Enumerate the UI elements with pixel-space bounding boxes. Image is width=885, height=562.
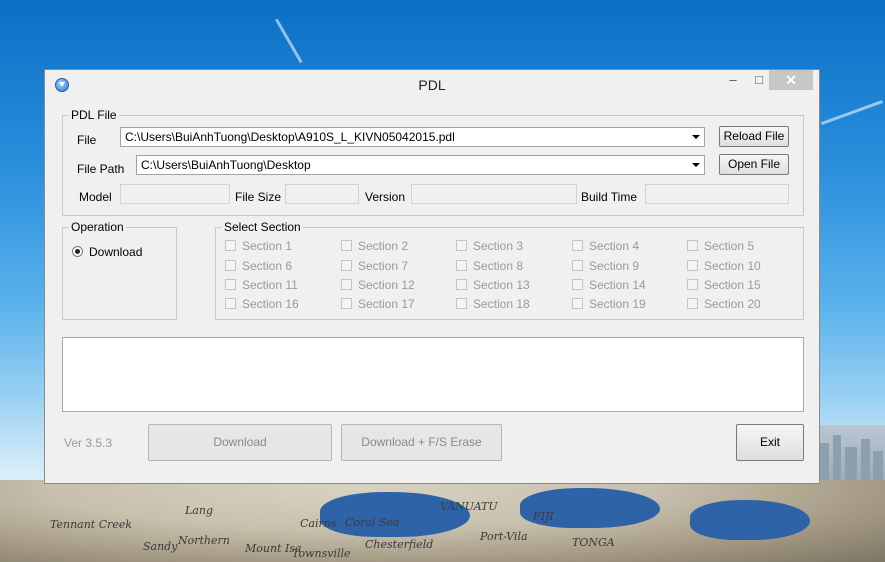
wallpaper-streak <box>820 100 884 126</box>
exit-button[interactable]: Exit <box>736 424 804 461</box>
pdl-file-group-label: PDL File <box>71 108 117 122</box>
section-checkbox-label: Section 13 <box>473 278 530 292</box>
section-checkbox-label: Section 12 <box>358 278 415 292</box>
section-checkbox[interactable] <box>572 240 583 251</box>
section-checkbox-label: Section 5 <box>704 239 755 253</box>
wallpaper-sea <box>320 492 470 537</box>
map-label: Chesterfield <box>365 538 434 551</box>
section-checkbox-label: Section 11 <box>242 278 298 292</box>
map-label: VANUATU <box>440 500 498 513</box>
file-label: File <box>77 133 97 147</box>
chevron-down-icon[interactable] <box>688 128 704 146</box>
section-checkbox[interactable] <box>456 279 467 290</box>
chevron-down-icon[interactable] <box>688 156 704 174</box>
section-checkbox-label: Section 20 <box>704 297 761 311</box>
download-button[interactable]: Download <box>148 424 332 461</box>
map-label: Tennant Creek <box>50 518 133 531</box>
section-checkbox[interactable] <box>572 260 583 271</box>
file-path-combobox-value: C:\Users\BuiAnhTuong\Desktop <box>141 158 311 172</box>
section-checkbox[interactable] <box>456 260 467 271</box>
maximize-icon: □ <box>755 72 763 87</box>
section-checkbox-label: Section 6 <box>242 259 293 273</box>
select-section-group-label: Select Section <box>224 220 301 234</box>
map-label: Northern <box>178 534 230 547</box>
map-label: TONGA <box>572 536 615 549</box>
section-checkbox-label: Section 17 <box>358 297 415 311</box>
section-checkbox[interactable] <box>687 260 698 271</box>
file-combobox-value: C:\Users\BuiAnhTuong\Desktop\A910S_L_KIV… <box>125 130 455 144</box>
download-erase-button[interactable]: Download + F/S Erase <box>341 424 502 461</box>
section-checkbox-label: Section 1 <box>242 239 293 253</box>
title-bar[interactable]: PDL – □ ✕ <box>45 70 819 100</box>
model-label: Model <box>79 190 112 204</box>
model-field <box>120 184 230 204</box>
section-checkbox[interactable] <box>341 240 352 251</box>
section-checkbox[interactable] <box>687 279 698 290</box>
reload-file-button[interactable]: Reload File <box>719 126 789 147</box>
version-field <box>411 184 577 204</box>
section-checkbox[interactable] <box>687 240 698 251</box>
section-checkbox-label: Section 4 <box>589 239 640 253</box>
map-label: Coral Sea <box>345 516 400 529</box>
section-checkbox[interactable] <box>572 279 583 290</box>
file-path-label: File Path <box>77 162 125 176</box>
maximize-button[interactable]: □ <box>747 70 771 90</box>
close-button[interactable]: ✕ <box>769 70 813 90</box>
section-checkbox-label: Section 2 <box>358 239 409 253</box>
section-checkbox[interactable] <box>341 260 352 271</box>
section-checkbox-label: Section 16 <box>242 297 299 311</box>
operation-group: Operation <box>62 220 177 320</box>
section-checkbox[interactable] <box>225 240 236 251</box>
file-combobox[interactable]: C:\Users\BuiAnhTuong\Desktop\A910S_L_KIV… <box>120 127 705 147</box>
wallpaper-skyline <box>815 425 885 485</box>
file-size-label: File Size <box>235 190 282 204</box>
section-checkbox[interactable] <box>341 298 352 309</box>
map-label: Port-Vila <box>480 530 528 543</box>
section-checkbox[interactable] <box>687 298 698 309</box>
wallpaper-sea <box>690 500 810 540</box>
section-checkbox-label: Section 8 <box>473 259 524 273</box>
build-time-label: Build Time <box>581 190 638 204</box>
section-checkbox-label: Section 18 <box>473 297 530 311</box>
version-label: Version <box>365 190 406 204</box>
map-label: FIJI <box>533 510 554 523</box>
window-title: PDL <box>418 77 446 93</box>
open-file-button[interactable]: Open File <box>719 154 789 175</box>
map-label: Lang <box>185 504 213 517</box>
section-checkbox-label: Section 19 <box>589 297 646 311</box>
download-radio-label[interactable]: Download <box>89 245 142 259</box>
log-output[interactable] <box>62 337 804 412</box>
map-label: Cairns <box>300 517 337 530</box>
build-time-field <box>645 184 789 204</box>
section-checkbox-label: Section 3 <box>473 239 524 253</box>
section-checkbox[interactable] <box>456 298 467 309</box>
section-checkbox[interactable] <box>225 279 236 290</box>
close-icon: ✕ <box>785 72 797 88</box>
wallpaper-globe-area: Lang Northern Sandy Mount Isa Cairns Cor… <box>0 480 885 562</box>
section-checkbox[interactable] <box>225 260 236 271</box>
section-checkbox-label: Section 15 <box>704 278 761 292</box>
section-checkbox[interactable] <box>341 279 352 290</box>
section-checkbox-label: Section 7 <box>358 259 409 273</box>
minimize-icon: – <box>729 72 737 87</box>
map-label: Townsville <box>292 547 351 560</box>
version-text: Ver 3.5.3 <box>64 436 113 450</box>
download-radio[interactable] <box>72 246 83 257</box>
minimize-button[interactable]: – <box>721 70 745 90</box>
pdl-window: PDL – □ ✕ PDL File File C:\Users\BuiAnhT… <box>44 69 820 484</box>
section-checkbox[interactable] <box>456 240 467 251</box>
wallpaper-streak <box>275 18 303 64</box>
section-checkbox[interactable] <box>572 298 583 309</box>
section-checkbox-label: Section 9 <box>589 259 640 273</box>
operation-group-label: Operation <box>71 220 124 234</box>
section-checkbox-label: Section 14 <box>589 278 646 292</box>
file-size-field <box>285 184 359 204</box>
file-path-combobox[interactable]: C:\Users\BuiAnhTuong\Desktop <box>136 155 705 175</box>
map-label: Sandy <box>143 540 178 553</box>
section-checkbox-label: Section 10 <box>704 259 761 273</box>
section-checkbox[interactable] <box>225 298 236 309</box>
